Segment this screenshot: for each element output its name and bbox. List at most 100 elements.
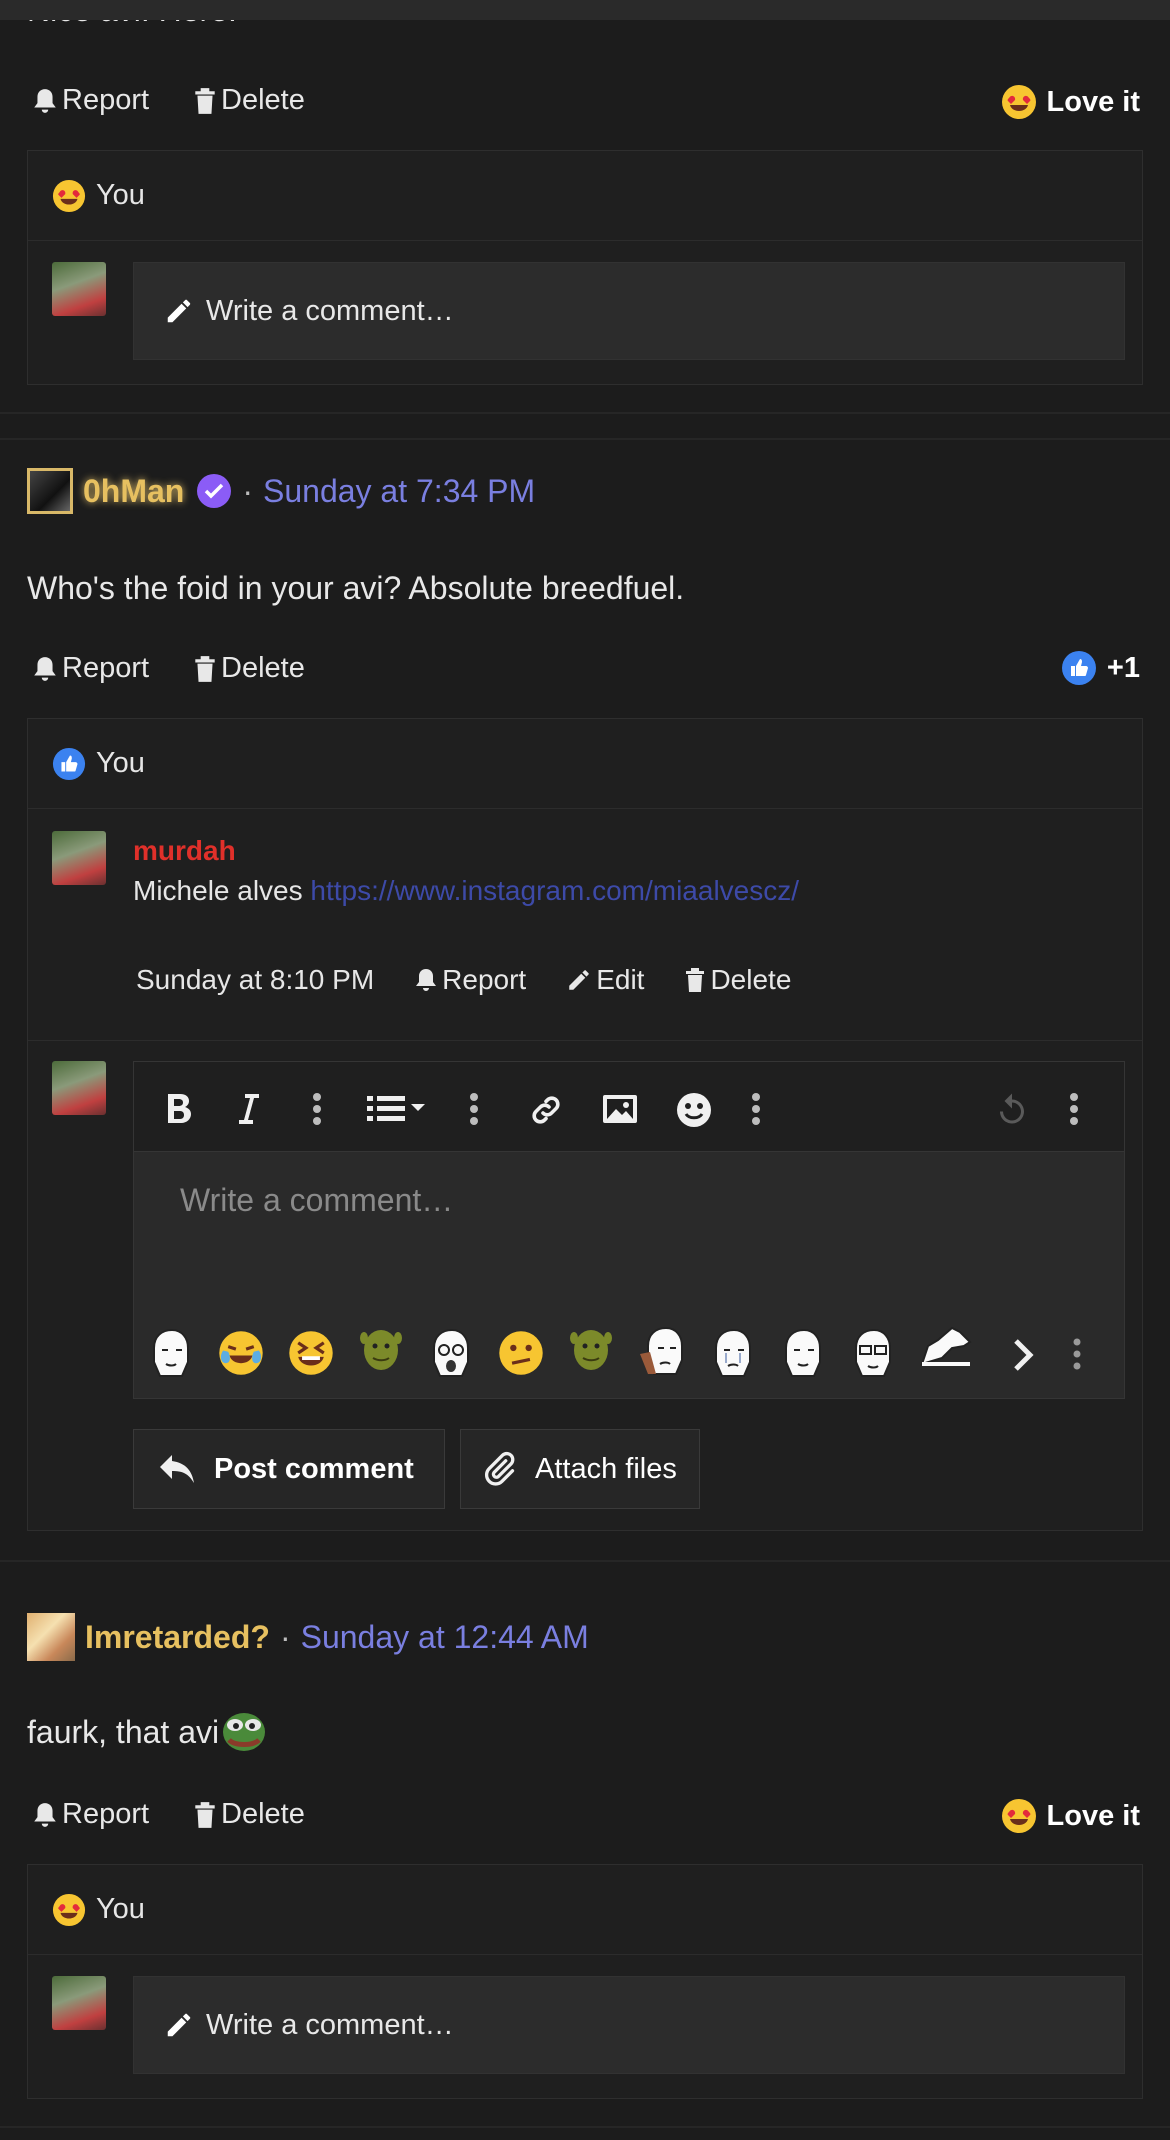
- crying-laughing-emoji[interactable]: [218, 1330, 264, 1376]
- report-label: Report: [62, 84, 150, 116]
- reactors-row[interactable]: You: [28, 1865, 1142, 1955]
- pencil-icon: [167, 299, 191, 323]
- report-label: Report: [62, 652, 150, 684]
- post-text-content: faurk, that avi: [27, 1713, 220, 1750]
- comment-link[interactable]: https://www.instagram.com/miaalvescz/: [310, 875, 799, 906]
- comment-meta: Sunday at 8:10 PM Report Edit Delete: [136, 964, 791, 996]
- reactors-label: You: [96, 747, 145, 779]
- confused-emoji[interactable]: [498, 1330, 544, 1376]
- comment-editor: Write a comment…: [133, 1061, 1125, 1399]
- delete-button[interactable]: Delete: [193, 652, 305, 685]
- report-label: Report: [62, 1798, 150, 1830]
- reactors-row[interactable]: You: [28, 719, 1142, 809]
- report-button[interactable]: Report: [32, 1798, 149, 1831]
- username[interactable]: 0hMan: [83, 473, 184, 510]
- more-vertical-icon[interactable]: [469, 1092, 479, 1126]
- smiley-icon[interactable]: [676, 1092, 712, 1128]
- delete-button[interactable]: Delete: [193, 1798, 305, 1831]
- avatar[interactable]: [27, 468, 73, 514]
- avatar[interactable]: [52, 831, 106, 885]
- comment-input[interactable]: Write a comment…: [180, 1182, 453, 1219]
- more-vertical-icon[interactable]: [1069, 1092, 1079, 1126]
- comments-panel: You Write a comment…: [27, 150, 1143, 385]
- image-icon[interactable]: [602, 1094, 638, 1124]
- italic-icon[interactable]: [236, 1092, 260, 1126]
- divider: [0, 1560, 1170, 1562]
- report-button[interactable]: Report: [32, 652, 149, 685]
- trash-icon: [195, 87, 215, 114]
- soyjak-emoji[interactable]: [428, 1328, 474, 1378]
- comment-timestamp[interactable]: Sunday at 8:10 PM: [136, 964, 374, 996]
- comment-username[interactable]: murdah: [133, 835, 236, 867]
- bold-icon[interactable]: [164, 1092, 194, 1126]
- username[interactable]: Imretarded?: [85, 1619, 270, 1656]
- avatar[interactable]: [27, 1613, 75, 1661]
- delete-button[interactable]: Delete: [193, 84, 305, 117]
- bell-icon: [34, 656, 56, 681]
- separator: ·: [242, 472, 253, 509]
- delete-button[interactable]: Delete: [684, 964, 791, 996]
- thumbs-up-icon: [52, 747, 86, 780]
- glasses-wojak-emoji[interactable]: [850, 1328, 896, 1378]
- plus-one-label: +1: [1106, 651, 1140, 684]
- post-text: faurk, that avi: [27, 1710, 267, 1754]
- delete-label: Delete: [710, 964, 792, 995]
- coping-wojak-emoji[interactable]: [638, 1324, 688, 1378]
- wojak-emoji[interactable]: [780, 1328, 826, 1378]
- thumbs-up-icon: [1061, 651, 1096, 685]
- love-it-button[interactable]: Love it: [1001, 1798, 1140, 1834]
- avatar: [52, 1061, 106, 1115]
- chevron-right-icon[interactable]: [1012, 1338, 1036, 1372]
- reactors-label: You: [96, 179, 145, 211]
- more-vertical-icon[interactable]: [1072, 1338, 1082, 1370]
- post-text: Who's the foid in your avi? Absolute bre…: [27, 570, 685, 606]
- reactors-row[interactable]: You: [28, 151, 1142, 241]
- write-comment-box[interactable]: Write a comment…: [133, 262, 1125, 360]
- love-it-label: Love it: [1046, 85, 1140, 118]
- trash-icon: [686, 968, 705, 992]
- chad-emoji[interactable]: [920, 1324, 972, 1368]
- wojak-emoji[interactable]: [148, 1328, 194, 1378]
- divider: [0, 2126, 1170, 2128]
- delete-label: Delete: [221, 84, 305, 116]
- link-icon[interactable]: [528, 1092, 564, 1128]
- shrek-emoji[interactable]: [358, 1324, 404, 1374]
- verified-check-icon: [197, 474, 232, 508]
- heart-eyes-emoji-icon: [52, 1893, 86, 1926]
- report-button[interactable]: Report: [32, 84, 149, 117]
- post-timestamp[interactable]: Sunday at 12:44 AM: [301, 1619, 589, 1656]
- delete-label: Delete: [221, 1798, 305, 1830]
- love-it-label: Love it: [1046, 1799, 1140, 1832]
- crying-wojak-emoji[interactable]: [710, 1328, 756, 1378]
- more-vertical-icon[interactable]: [751, 1092, 761, 1126]
- more-vertical-icon[interactable]: [312, 1092, 322, 1126]
- divider: [0, 438, 1170, 440]
- write-comment-box[interactable]: Write a comment…: [133, 1976, 1125, 2074]
- list-icon[interactable]: [367, 1096, 429, 1122]
- love-it-button[interactable]: Love it: [1001, 84, 1140, 120]
- undo-icon[interactable]: [994, 1092, 1030, 1128]
- comments-panel: You murdah Michele alves https://www.ins…: [27, 718, 1143, 1531]
- divider: [0, 412, 1170, 414]
- trash-icon: [195, 1801, 215, 1828]
- squinting-laugh-emoji[interactable]: [288, 1330, 334, 1376]
- bell-icon: [34, 88, 56, 113]
- heart-eyes-emoji-icon: [1001, 85, 1036, 119]
- plus-one-button[interactable]: +1: [1061, 650, 1140, 686]
- post-header: Imretarded? · Sunday at 12:44 AM: [27, 1612, 589, 1662]
- pencil-icon: [167, 2013, 191, 2037]
- reply-icon: [160, 1455, 194, 1483]
- post-timestamp[interactable]: Sunday at 7:34 PM: [263, 473, 535, 510]
- delete-label: Delete: [221, 652, 305, 684]
- heart-eyes-emoji-icon: [1001, 1799, 1036, 1833]
- shrek-emoji[interactable]: [568, 1324, 614, 1374]
- post-header: 0hMan · Sunday at 7:34 PM: [27, 466, 535, 516]
- attach-files-button[interactable]: Attach files: [460, 1429, 700, 1509]
- edit-button[interactable]: Edit: [566, 964, 644, 996]
- report-button[interactable]: Report: [414, 964, 526, 996]
- write-comment-placeholder: Write a comment…: [206, 2008, 454, 2041]
- post-comment-button[interactable]: Post comment: [133, 1429, 445, 1509]
- edit-label: Edit: [596, 964, 645, 995]
- pencil-icon: [569, 970, 589, 990]
- pepe-emoji-icon: [223, 1713, 266, 1751]
